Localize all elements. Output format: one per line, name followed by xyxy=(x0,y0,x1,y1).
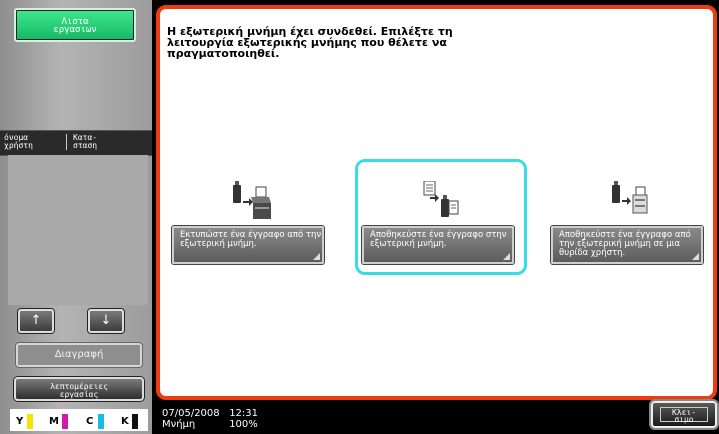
delete-label: Διαγραφή xyxy=(54,349,104,360)
status-bar: 07/05/2008 12:31 Μνήμη 100% xyxy=(162,408,258,430)
toner-label-m: M xyxy=(49,416,59,427)
job-list-button[interactable]: Λιστα εργασιων xyxy=(14,8,136,42)
save-to-box-button[interactable]: Αποθηκεύστε ένα έγγραφο από την εξωτερικ… xyxy=(551,226,703,264)
toner-label-k: K xyxy=(121,416,129,427)
status-date: 07/05/2008 xyxy=(162,408,220,419)
up-arrow-icon: ↑ xyxy=(30,313,42,328)
tab-status[interactable]: Κατα- σταση xyxy=(66,134,133,150)
function-item-print: Εκτυπώστε ένα έγγραφο από την εξωτερική … xyxy=(172,159,324,275)
tab-username[interactable]: όνομα χρήστη xyxy=(4,134,62,150)
toner-bar-yellow xyxy=(27,414,33,429)
job-list-panel xyxy=(8,155,148,305)
job-list-tabs: όνομα χρήστη Κατα- σταση xyxy=(0,130,152,156)
external-memory-panel: Η εξωτερική μνήμη έχει συνδεθεί. Επιλέξτ… xyxy=(156,5,717,400)
job-details-button[interactable]: λεπτομέρειες εργασίας xyxy=(14,377,144,401)
close-button[interactable]: Κλει- σιμο xyxy=(651,401,717,428)
toner-bar-black xyxy=(132,414,138,429)
usb-to-box-icon xyxy=(612,181,648,214)
down-arrow-icon: ↓ xyxy=(100,313,112,328)
function-item-save-to-box: Αποθηκεύστε ένα έγγραφο από την εξωτερικ… xyxy=(551,159,703,275)
tab-status-line2: σταση xyxy=(73,141,98,150)
function-item-save-to-memory: Αποθηκεύστε ένα έγγραφο στην εξωτερική μ… xyxy=(355,159,527,275)
delete-button[interactable]: Διαγραφή xyxy=(16,343,142,367)
memory-value: 100% xyxy=(229,419,258,430)
toner-bar-cyan xyxy=(98,414,104,429)
toner-label-c: C xyxy=(86,416,94,427)
toner-label-y: Y xyxy=(16,416,24,427)
tab-username-line2: χρήστη xyxy=(4,141,33,150)
job-details-label-line2: εργασίας xyxy=(59,390,99,399)
toner-levels: Y M C K xyxy=(10,409,148,431)
toner-bar-magenta xyxy=(62,414,68,429)
sidebar: Λιστα εργασιων όνομα χρήστη Κατα- σταση … xyxy=(0,0,152,434)
close-label: Κλει- σιμο xyxy=(660,407,708,424)
status-time: 12:31 xyxy=(229,408,259,419)
save-to-box-label: Αποθηκεύστε ένα έγγραφο από την εξωτερικ… xyxy=(559,230,691,258)
save-to-memory-label: Αποθηκεύστε ένα έγγραφο στην εξωτερική μ… xyxy=(370,230,507,249)
print-from-memory-label: Εκτυπώστε ένα έγγραφο από την εξωτερική … xyxy=(180,230,322,249)
close-label-line2: σιμο xyxy=(674,415,694,424)
print-from-memory-button[interactable]: Εκτυπώστε ένα έγγραφο από την εξωτερική … xyxy=(172,226,324,264)
scroll-down-button[interactable]: ↓ xyxy=(88,309,124,333)
usb-to-printer-icon xyxy=(233,181,271,219)
scroll-up-button[interactable]: ↑ xyxy=(18,309,54,333)
save-to-memory-button[interactable]: Αποθηκεύστε ένα έγγραφο στην εξωτερική μ… xyxy=(362,226,514,264)
job-list-label-line2: εργασιων xyxy=(53,25,97,35)
instruction-message: Η εξωτερική μνήμη έχει συνδεθεί. Επιλέξτ… xyxy=(167,25,453,60)
memory-label: Μνήμη xyxy=(162,419,196,430)
document-to-usb-icon xyxy=(423,181,459,217)
